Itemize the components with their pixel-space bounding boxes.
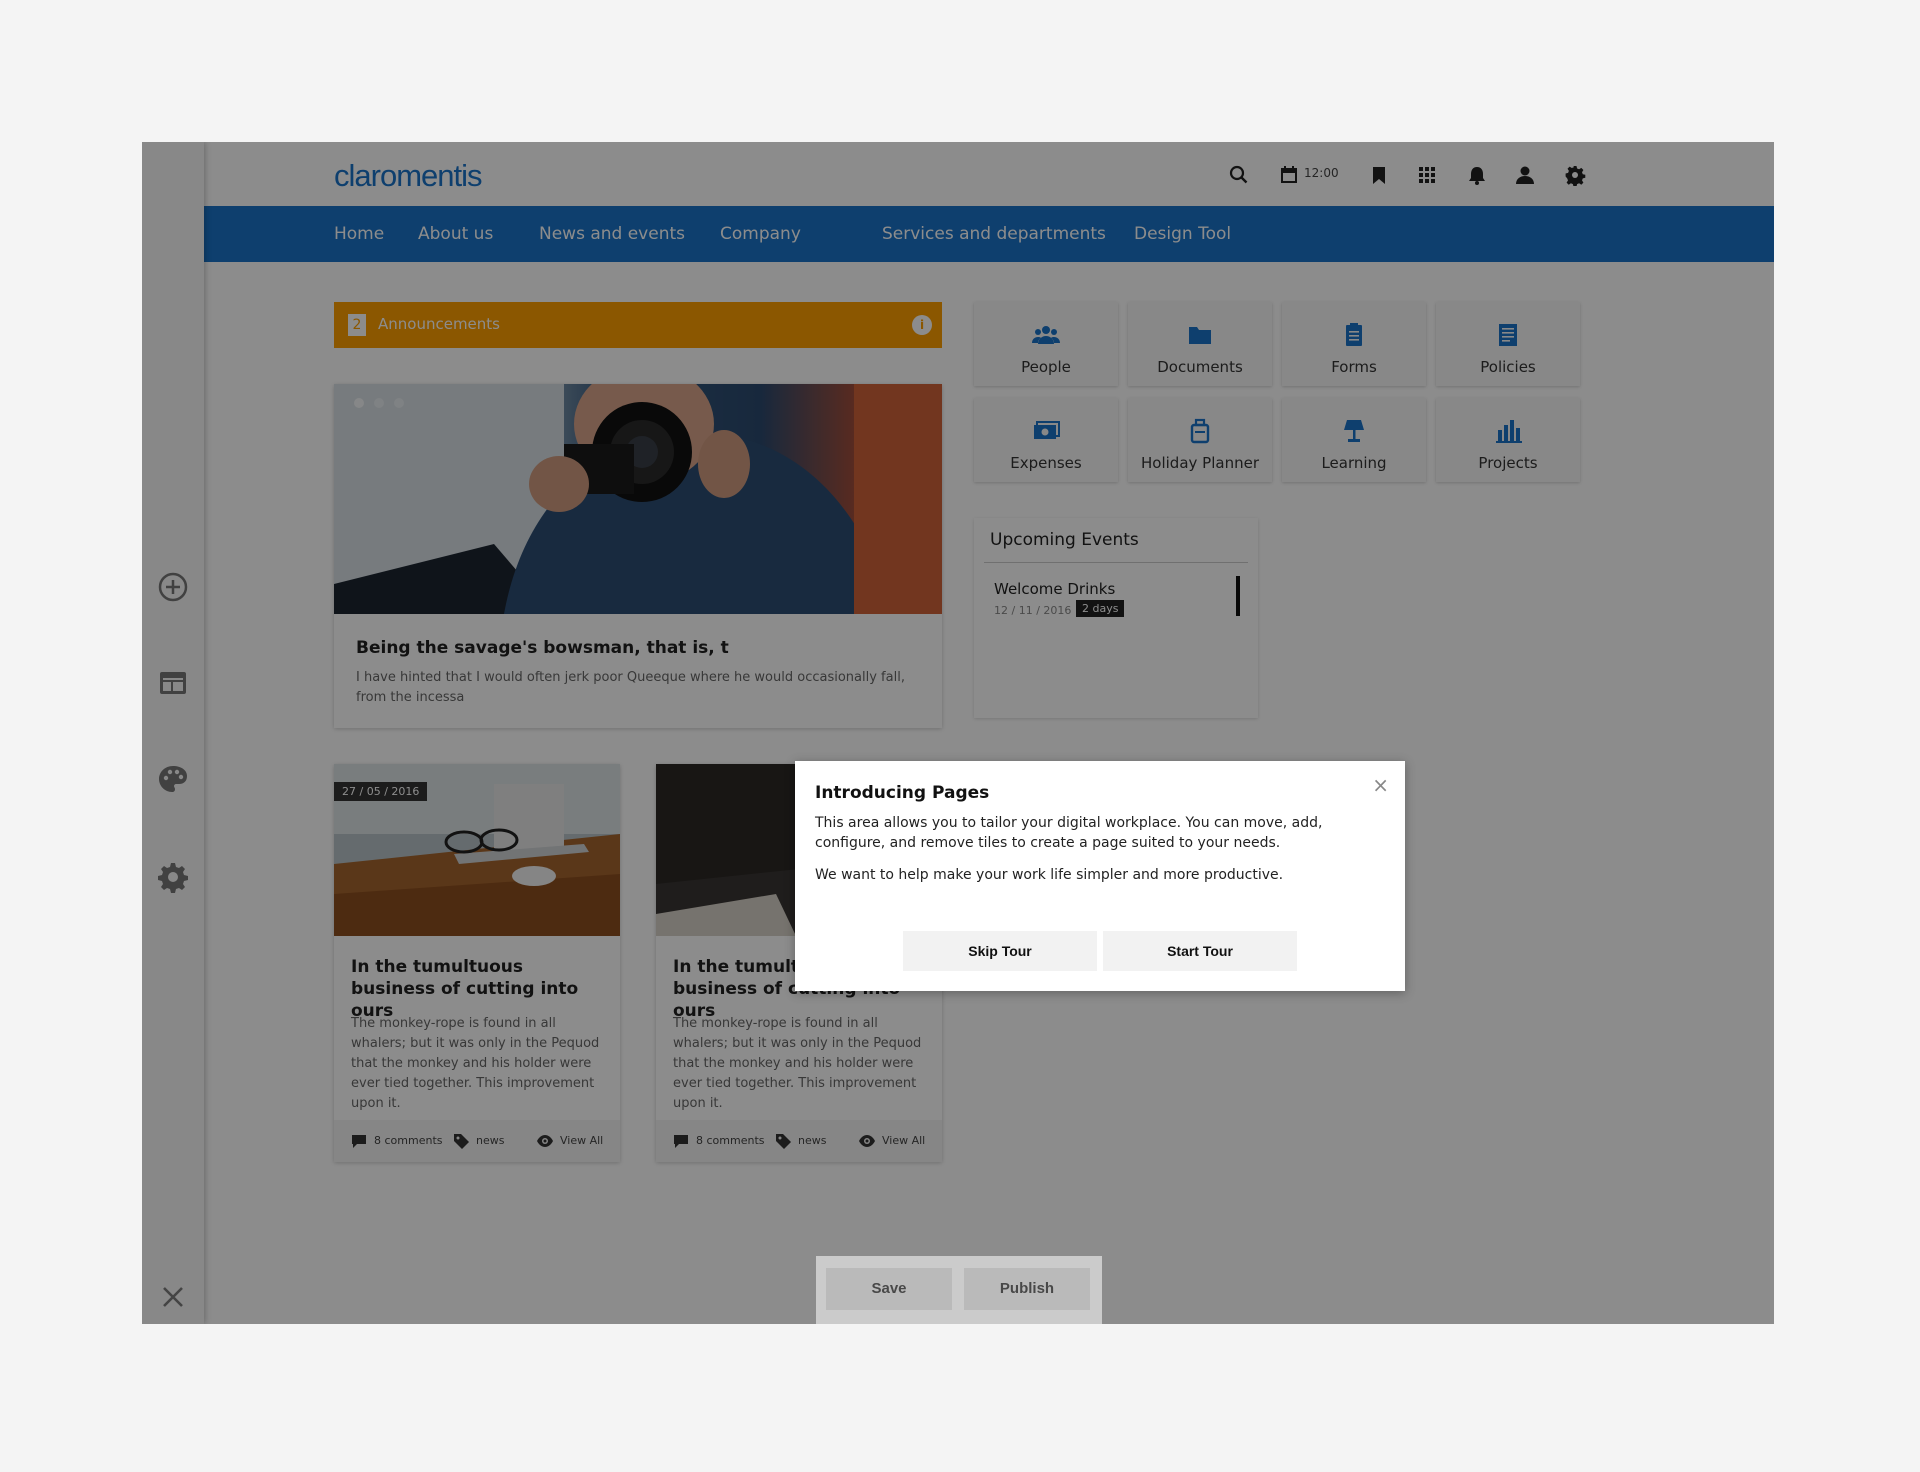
- close-icon[interactable]: [158, 1282, 188, 1312]
- modal-description: This area allows you to tailor your digi…: [815, 815, 1323, 851]
- app-window: claromentis 12:00 Home About us News and…: [142, 142, 1774, 1324]
- start-tour-button[interactable]: Start Tour: [1103, 931, 1297, 971]
- modal-close-icon[interactable]: ×: [1372, 773, 1389, 797]
- modal-backdrop[interactable]: [142, 142, 1774, 1324]
- save-button[interactable]: Save: [826, 1268, 952, 1310]
- modal-title: Introducing Pages: [815, 783, 990, 803]
- intro-modal: Introducing Pages × This area allows you…: [795, 761, 1405, 991]
- save-publish-bar: Save Publish: [816, 1256, 1102, 1324]
- skip-tour-button[interactable]: Skip Tour: [903, 931, 1097, 971]
- publish-button[interactable]: Publish: [964, 1268, 1090, 1310]
- modal-subtext: We want to help make your work life simp…: [815, 867, 1284, 883]
